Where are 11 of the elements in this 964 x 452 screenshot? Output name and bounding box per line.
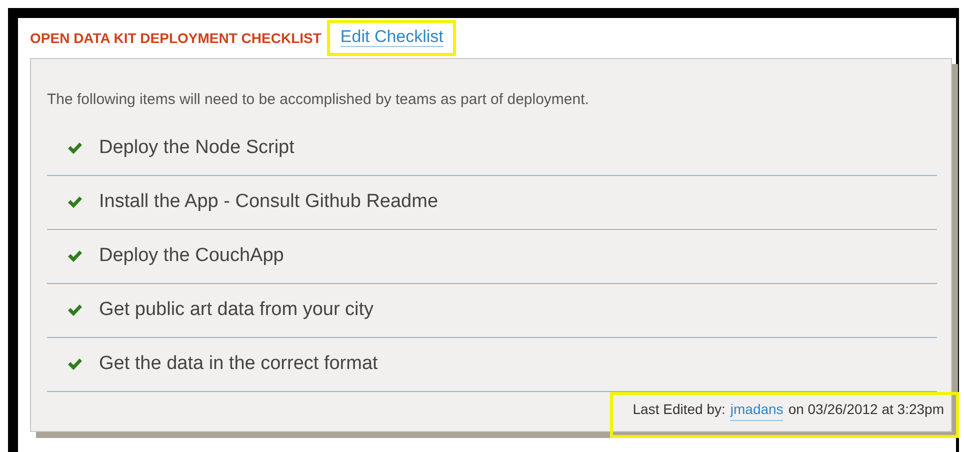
intro-text: The following items will need to be accomplished by teams as part of deployment. xyxy=(47,90,590,110)
last-edited-label: Last Edited by: xyxy=(632,400,726,419)
checklist-item: Install the App - Consult Github Readme xyxy=(99,190,438,214)
edit-checklist-link[interactable]: Edit Checklist xyxy=(327,20,456,56)
checklist-item: Deploy the Node Script xyxy=(99,136,294,160)
checklist-item: Deploy the CouchApp xyxy=(99,244,284,268)
user-link[interactable]: jmadans xyxy=(730,398,784,420)
checklist-item: Get the data in the correct format xyxy=(99,352,378,376)
checklist-item: Get public art data from your city xyxy=(99,298,374,322)
edit-date-text: on 03/26/2012 at 3:23pm xyxy=(788,400,944,419)
checklist-title: OPEN DATA KIT DEPLOYMENT CHECKLIST xyxy=(30,28,322,48)
